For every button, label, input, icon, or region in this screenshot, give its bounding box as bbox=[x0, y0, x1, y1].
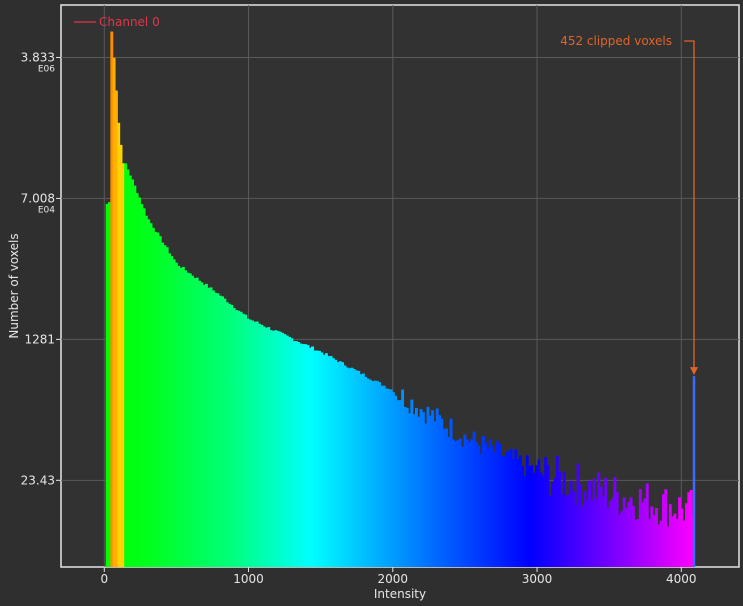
y-tick-exponent-E06: E06 bbox=[38, 64, 55, 74]
histogram-panel: 0 1000 2000 3000 4000 23.43 1281 7.008 E04 3.833… bbox=[0, 0, 743, 606]
clipped-voxels-label: 452 clipped voxels bbox=[560, 34, 672, 48]
x-tick-label-2000: 2000 bbox=[378, 572, 409, 586]
x-axis: 0 1000 2000 3000 4000 bbox=[100, 567, 697, 586]
x-tick-label-3000: 3000 bbox=[522, 572, 553, 586]
y-tick-label-3.833: 3.833 bbox=[21, 50, 55, 64]
y-tick-label-23.43: 23.43 bbox=[21, 473, 55, 487]
intensity-histogram-chart: 0 1000 2000 3000 4000 23.43 1281 7.008E04 3.833… bbox=[7, 4, 740, 601]
y-tick-exponent-E04: E04 bbox=[38, 205, 55, 215]
y-tick-label-1281: 1281 bbox=[24, 332, 55, 346]
y-axis-title: Number of voxels bbox=[7, 233, 21, 338]
y-tick-label-7.008: 7.008 bbox=[21, 191, 55, 205]
x-tick-label-1000: 1000 bbox=[233, 572, 264, 586]
x-axis-title: Intensity bbox=[374, 587, 426, 601]
x-tick-label-0: 0 bbox=[100, 572, 108, 586]
x-tick-label-4000: 4000 bbox=[666, 572, 697, 586]
y-axis: 23.43 1281 7.008E04 3.833E06 bbox=[21, 50, 61, 487]
legend-label-channel-0: Channel 0 bbox=[99, 15, 160, 29]
